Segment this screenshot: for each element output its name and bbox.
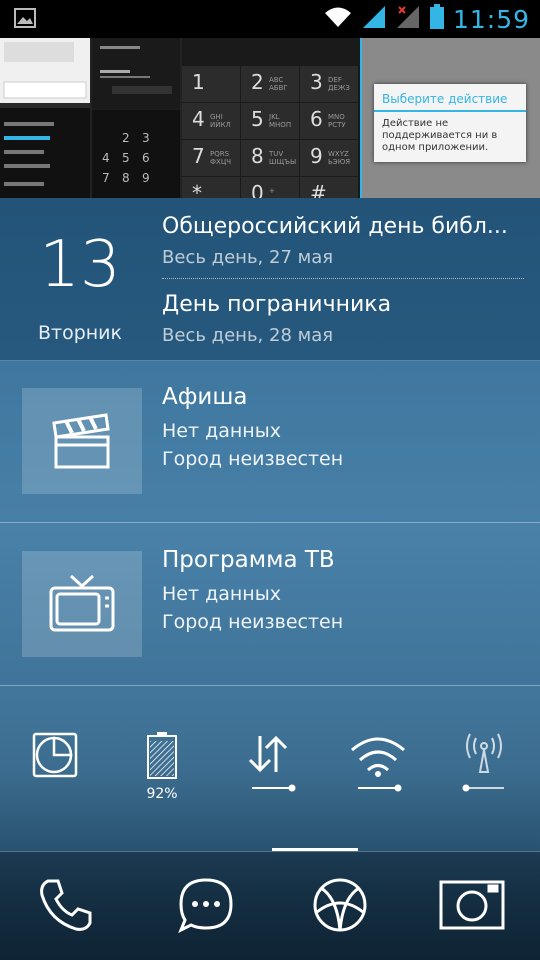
svg-text:9: 9 — [142, 171, 150, 185]
svg-text:7: 7 — [102, 171, 110, 185]
browser-button[interactable] — [302, 872, 378, 942]
data-transfer-icon — [240, 730, 300, 800]
dock — [0, 852, 540, 960]
dialer-key: 9 WXYZ ЬЭЮЯ — [300, 140, 358, 176]
battery-percentage: 92% — [146, 786, 178, 802]
messages-button[interactable] — [168, 872, 244, 942]
battery-toggle[interactable]: 92% — [126, 730, 198, 810]
dialer-key-digit: 0 — [251, 181, 264, 198]
event-time: Весь день, 28 мая — [162, 325, 334, 346]
dialer-key-digit: # — [310, 181, 327, 198]
recent-apps-strip[interactable]: 23 456 789 1 2 ABC АБВГ 3 DEF ДЕЖЗ 4 GHI ИЙКЛ 5… — [0, 38, 540, 198]
recent-app-thumbnail[interactable] — [0, 38, 90, 198]
svg-text:4: 4 — [102, 151, 110, 165]
phone-icon — [36, 875, 96, 939]
dialer-key-letters: PQRS ФХЦЧ — [210, 150, 232, 166]
image-notification-icon — [14, 8, 36, 28]
dialer-key: 5 JKL МНОП — [241, 103, 299, 139]
dialer-key-digit: 4 — [192, 107, 205, 131]
svg-text:3: 3 — [142, 131, 150, 145]
clapperboard-icon — [22, 388, 142, 494]
dialer-key: 4 GHI ИЙКЛ — [182, 103, 240, 139]
hotspot-toggle[interactable] — [448, 730, 520, 810]
recent-app-thumbnail[interactable]: 23 456 789 — [92, 38, 180, 198]
dialog-message: Действие не поддерживается ни в одном пр… — [382, 118, 498, 153]
svg-text:6: 6 — [142, 151, 150, 165]
tv-title: Программа ТВ — [162, 547, 335, 573]
wifi-icon — [346, 730, 410, 800]
dialer-key: 3 DEF ДЕЖЗ — [300, 66, 358, 102]
event-divider — [162, 278, 524, 279]
dialer-key: 1 — [182, 66, 240, 102]
dialer-key-letters: WXYZ ЬЭЮЯ — [328, 150, 351, 166]
svg-text:5: 5 — [122, 151, 130, 165]
battery-icon — [429, 4, 445, 34]
afisha-city: Город неизвестен — [162, 448, 344, 470]
dialer-key-digit: 6 — [310, 107, 323, 131]
dialer-key-letters: GHI ИЙКЛ — [210, 113, 231, 129]
quick-settings: 92% — [0, 686, 540, 850]
no-signal-icon — [395, 4, 421, 34]
dialer-key-letters: ABC АБВГ — [269, 76, 288, 92]
dialog-title: Выберите действие — [374, 84, 526, 112]
camera-icon — [437, 876, 507, 938]
hotspot-icon — [452, 730, 516, 800]
phone-button[interactable] — [28, 872, 104, 942]
dialer-key: # — [300, 177, 358, 198]
tv-icon — [22, 551, 142, 657]
calendar-event[interactable]: Общероссийский день библ... Весь день, 2… — [162, 214, 524, 268]
calendar-day-number: 13 — [39, 228, 121, 302]
calendar-weekday: Вторник — [37, 322, 123, 344]
camera-button[interactable] — [434, 872, 510, 942]
chooser-dialog: Выберите действие Действие не поддержива… — [374, 84, 526, 162]
afisha-title: Афиша — [162, 384, 248, 410]
dialer-key: * — [182, 177, 240, 198]
dialer-key: 7 PQRS ФХЦЧ — [182, 140, 240, 176]
tv-status: Нет данных — [162, 583, 281, 605]
dialer-key-digit: 2 — [251, 70, 264, 94]
recent-app-thumbnail-dialer[interactable]: 1 2 ABC АБВГ 3 DEF ДЕЖЗ 4 GHI ИЙКЛ 5 JKL МНОП 6 MN… — [182, 38, 362, 198]
dialer-keypad: 1 2 ABC АБВГ 3 DEF ДЕЖЗ 4 GHI ИЙКЛ 5 JKL МНОП 6 MN… — [182, 66, 360, 198]
dialer-key: 2 ABC АБВГ — [241, 66, 299, 102]
data-transfer-toggle[interactable] — [234, 730, 306, 810]
svg-text:2: 2 — [122, 131, 130, 145]
tv-city: Город неизвестен — [162, 611, 344, 633]
clock: 11:59 — [452, 4, 530, 34]
dialer-key-digit: 9 — [310, 144, 323, 168]
dialer-key-digit: 7 — [192, 144, 205, 168]
dialer-key-letters: JKL МНОП — [269, 113, 292, 129]
dialer-key-digit: 8 — [251, 144, 264, 168]
signal-icon — [361, 4, 387, 34]
dialer-key-letters: + — [269, 187, 275, 195]
dialer-key-letters: TUV ШЩЪЫ — [269, 150, 297, 166]
rotation-toggle[interactable] — [18, 730, 90, 810]
rotation-icon — [26, 730, 82, 784]
wifi-toggle[interactable] — [342, 730, 414, 810]
event-title: День пограничника — [162, 292, 392, 317]
recent-app-thumbnail-dialog[interactable]: Выберите действие Действие не поддержива… — [362, 38, 540, 198]
dialer-key: 8 TUV ШЩЪЫ — [241, 140, 299, 176]
dialer-key-digit: * — [192, 181, 202, 198]
event-time: Весь день, 27 мая — [162, 247, 334, 268]
browser-icon — [309, 874, 371, 940]
tv-program-widget[interactable]: Программа ТВ Нет данных Город неизвестен — [0, 523, 540, 686]
event-title: Общероссийский день библ... — [162, 214, 508, 239]
afisha-status: Нет данных — [162, 420, 281, 442]
calendar-event[interactable]: День пограничника Весь день, 28 мая — [162, 292, 524, 346]
dialer-key-letters: DEF ДЕЖЗ — [328, 76, 350, 92]
afisha-widget[interactable]: Афиша Нет данных Город неизвестен — [0, 360, 540, 523]
svg-text:8: 8 — [122, 171, 130, 185]
dialer-key-digit: 1 — [192, 70, 205, 94]
dialer-key-letters: MNO РСТУ — [328, 113, 346, 129]
wifi-icon — [323, 5, 353, 33]
status-bar: 11:59 — [0, 0, 540, 38]
messages-icon — [175, 874, 237, 940]
battery-icon — [144, 730, 180, 784]
dialer-key-digit: 3 — [310, 70, 323, 94]
dialer-key: 0 + — [241, 177, 299, 198]
dialer-key: 6 MNO РСТУ — [300, 103, 358, 139]
calendar-widget[interactable]: 13 Вторник Общероссийский день библ... В… — [0, 198, 540, 361]
dialer-key-digit: 5 — [251, 107, 264, 131]
